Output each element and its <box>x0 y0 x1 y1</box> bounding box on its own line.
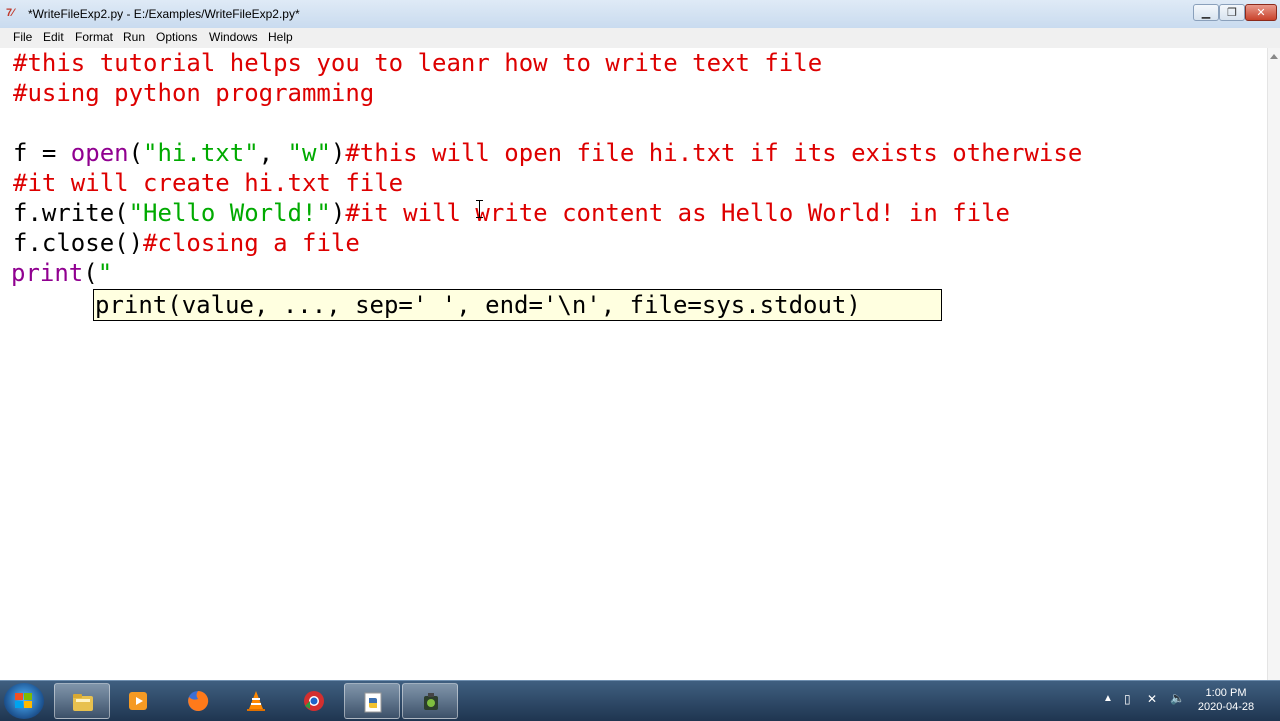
string-text: "w" <box>287 139 331 167</box>
close-button[interactable]: ✕ <box>1245 4 1277 21</box>
windows-logo-icon <box>15 693 33 709</box>
minimize-button[interactable]: ▁ <box>1193 4 1219 21</box>
calltip-tooltip: print(value, ..., sep=' ', end='\n', fil… <box>93 289 942 321</box>
taskbar-file-explorer[interactable] <box>54 683 110 719</box>
start-button[interactable] <box>4 683 44 719</box>
code-editor[interactable]: #this tutorial helps you to leanr how to… <box>0 48 1268 680</box>
code-text: , <box>258 139 288 167</box>
menu-windows[interactable]: Windows <box>207 30 260 44</box>
clock-time: 1:00 PM <box>1205 687 1247 699</box>
comment-text: #using python programming <box>13 79 375 107</box>
taskbar-vlc[interactable] <box>228 683 284 719</box>
code-line: f.write("Hello World!")#it will write co… <box>13 198 1010 228</box>
vlc-cone-icon <box>247 691 265 711</box>
menu-file[interactable]: File <box>11 30 34 44</box>
title-bar: 7⁄ *WriteFileExp2.py - E:/Examples/Write… <box>0 0 1280 29</box>
code-text: ) <box>330 199 346 227</box>
menu-bar: File Edit Format Run Options Windows Hel… <box>0 28 1280 49</box>
code-line: #it will create hi.txt file <box>13 168 403 198</box>
device-icon[interactable]: ▯ <box>1124 692 1131 706</box>
comment-text: #it will create hi.txt file <box>13 169 404 197</box>
media-player-icon <box>129 692 147 710</box>
taskbar-recorder[interactable] <box>402 683 458 719</box>
clock-date: 2020-04-28 <box>1197 701 1255 713</box>
idle-python-icon: 7⁄ <box>6 7 14 19</box>
code-line: f = open("hi.txt", "w")#this will open f… <box>13 138 1082 168</box>
folder-icon <box>73 694 93 711</box>
taskbar-media-player[interactable] <box>110 683 166 719</box>
menu-format[interactable]: Format <box>73 30 115 44</box>
string-text: " <box>97 259 113 287</box>
network-icon[interactable]: ✕ <box>1147 692 1157 706</box>
python-icon <box>364 692 382 713</box>
code-text: f.write( <box>13 199 129 227</box>
string-text: "hi.txt" <box>143 139 259 167</box>
maximize-button[interactable]: ❐ <box>1219 4 1245 21</box>
recorder-icon <box>424 693 438 710</box>
browser-icon <box>304 691 324 711</box>
string-text: "Hello World!" <box>128 199 331 227</box>
taskbar-chrome[interactable] <box>286 683 342 719</box>
comment-text: #this will open file hi.txt if its exist… <box>345 139 1083 167</box>
code-line: print(" <box>11 258 112 288</box>
taskbar-python-idle[interactable] <box>344 683 400 719</box>
firefox-icon <box>188 690 209 711</box>
comment-text: #this tutorial helps you to leanr how to… <box>13 49 823 77</box>
volume-icon[interactable]: 🔈 <box>1170 691 1185 705</box>
taskbar-firefox[interactable] <box>170 683 226 719</box>
window-title: *WriteFileExp2.py - E:/Examples/WriteFil… <box>28 7 300 21</box>
code-text: ( <box>83 259 98 287</box>
show-hidden-icons-icon[interactable]: ▲ <box>1103 693 1113 704</box>
mouse-cursor-icon <box>476 200 483 218</box>
comment-text: #it will write content as Hello World! i… <box>345 199 1011 227</box>
taskbar-clock[interactable]: 1:00 PM 2020-04-28 <box>1196 686 1256 714</box>
builtin-text: open <box>70 139 129 167</box>
vertical-scrollbar[interactable] <box>1267 48 1280 680</box>
menu-edit[interactable]: Edit <box>41 30 66 44</box>
code-line: #using python programming <box>13 78 374 108</box>
code-text: ( <box>128 139 144 167</box>
code-line: #this tutorial helps you to leanr how to… <box>13 48 822 78</box>
code-line: f.close()#closing a file <box>13 228 360 258</box>
code-text: ) <box>330 139 346 167</box>
comment-text: #closing a file <box>143 229 360 257</box>
code-text: f = <box>13 139 71 167</box>
menu-run[interactable]: Run <box>121 30 147 44</box>
taskbar: ▲ ▯ ✕ 🔈 <box>0 680 1280 721</box>
menu-options[interactable]: Options <box>154 30 199 44</box>
code-text: f.close() <box>13 229 144 257</box>
menu-help[interactable]: Help <box>266 30 295 44</box>
scroll-up-icon[interactable] <box>1270 54 1278 59</box>
builtin-text: print <box>11 259 84 287</box>
